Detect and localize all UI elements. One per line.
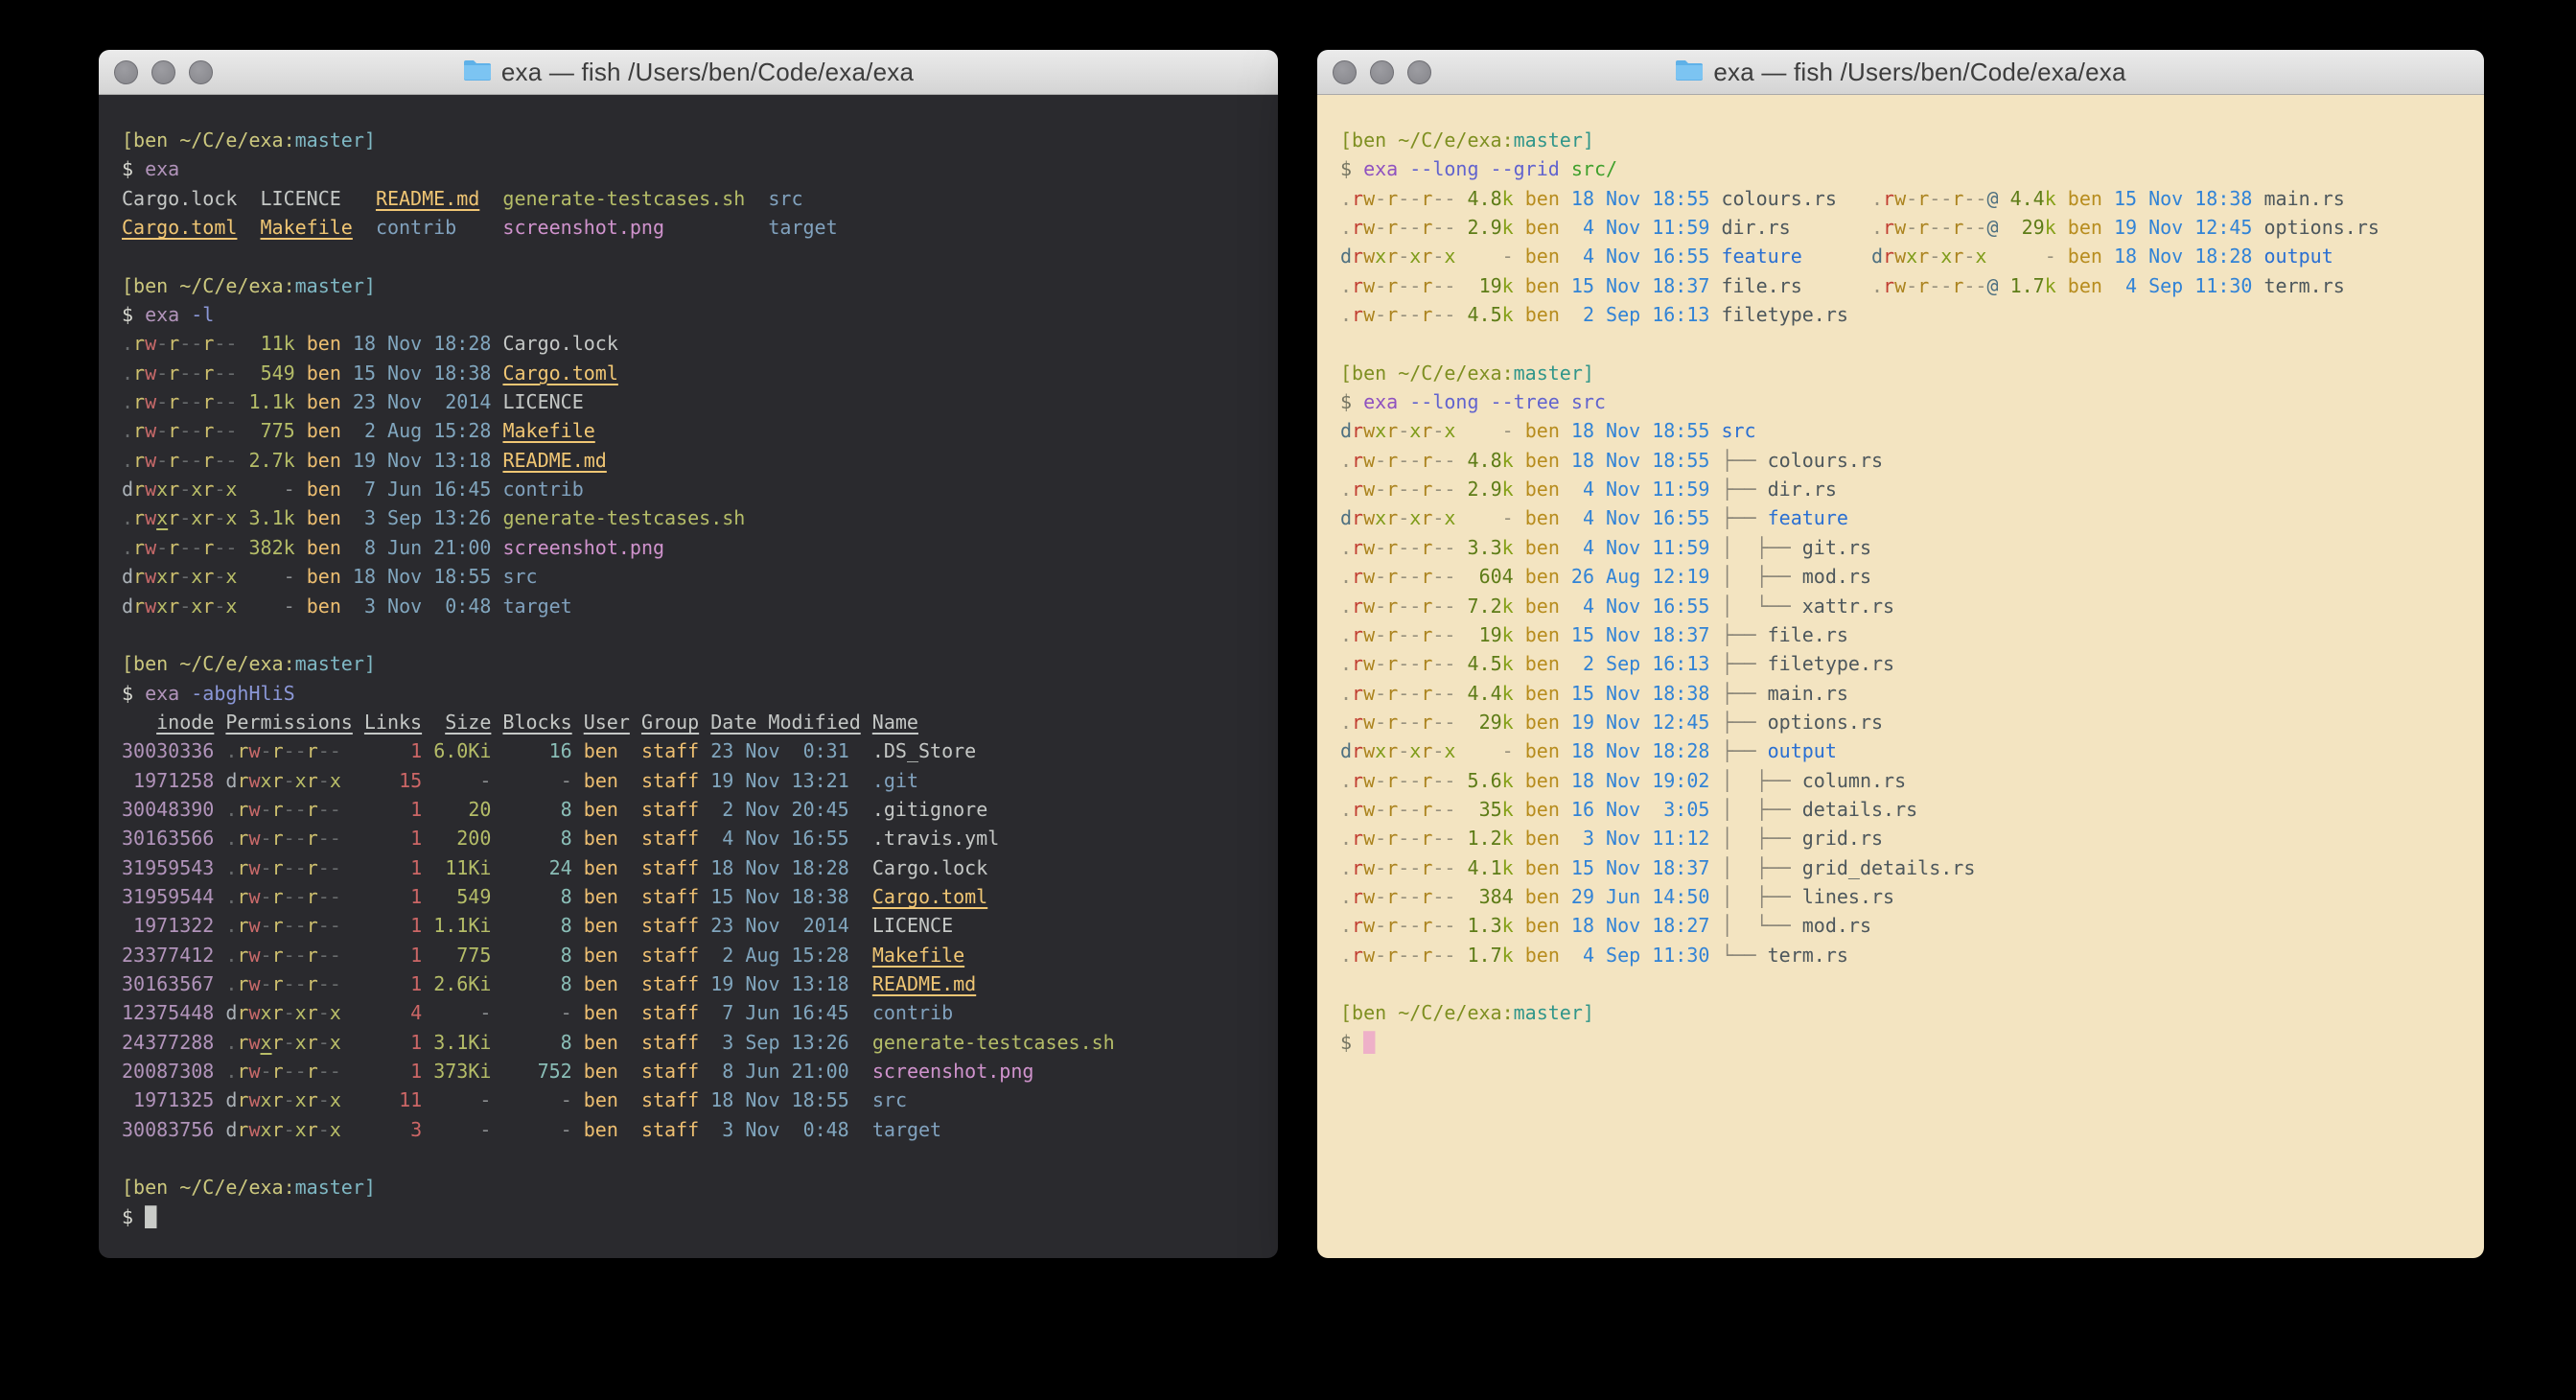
terminal-line: $ exa -abghHliS <box>122 679 1278 708</box>
terminal-line: 30048390 .rw-r--r-- 1 20 8 ben staff 2 N… <box>122 795 1278 824</box>
zoom-button-icon[interactable] <box>189 60 213 84</box>
traffic-lights <box>114 50 213 94</box>
terminal-line: Cargo.lock LICENCE README.md generate-te… <box>122 184 1278 213</box>
terminal-line: .rw-r--r-- 19k ben 15 Nov 18:37 ├── file… <box>1340 620 2484 649</box>
terminal-line: [ben ~/C/e/exa:master] <box>122 1173 1278 1202</box>
terminal-line <box>122 242 1278 270</box>
terminal-line: .rw-r--r-- 19k ben 15 Nov 18:37 file.rs … <box>1340 271 2484 300</box>
window-title: exa — fish /Users/ben/Code/exa/exa <box>501 58 914 87</box>
terminal-line: .rwxr-xr-x 3.1k ben 3 Sep 13:26 generate… <box>122 503 1278 532</box>
terminal-line: .rw-r--r-- 4.8k ben 18 Nov 18:55 ├── col… <box>1340 446 2484 475</box>
terminal-line: inode Permissions Links Size Blocks User… <box>122 708 1278 736</box>
terminal-line: drwxr-xr-x - ben 18 Nov 18:55 src <box>1340 416 2484 445</box>
terminal-line: .rw-r--r-- 382k ben 8 Jun 21:00 screensh… <box>122 533 1278 562</box>
terminal-line: .rw-r--r-- 4.5k ben 2 Sep 16:13 ├── file… <box>1340 649 2484 678</box>
terminal-line: drwxr-xr-x - ben 4 Nov 16:55 ├── feature <box>1340 503 2484 532</box>
terminal-line: 30163566 .rw-r--r-- 1 200 8 ben staff 4 … <box>122 824 1278 852</box>
titlebar[interactable]: exa — fish /Users/ben/Code/exa/exa <box>1317 50 2484 95</box>
close-button-icon[interactable] <box>1333 60 1357 84</box>
terminal-line: 1971325 drwxr-xr-x 11 - - ben staff 18 N… <box>122 1085 1278 1114</box>
terminal-line: drwxr-xr-x - ben 3 Nov 0:48 target <box>122 592 1278 620</box>
terminal-line: .rw-r--r-- 549 ben 15 Nov 18:38 Cargo.to… <box>122 359 1278 387</box>
terminal-line: .rw-r--r-- 2.9k ben 4 Nov 11:59 ├── dir.… <box>1340 475 2484 503</box>
terminal-line: [ben ~/C/e/exa:master] <box>1340 126 2484 154</box>
terminal-line: .rw-r--r-- 35k ben 16 Nov 3:05 │ ├── det… <box>1340 795 2484 824</box>
terminal-line: .rw-r--r-- 1.7k ben 4 Sep 11:30 └── term… <box>1340 941 2484 969</box>
terminal-line: .rw-r--r-- 775 ben 2 Aug 15:28 Makefile <box>122 416 1278 445</box>
terminal-screen-right[interactable]: [ben ~/C/e/exa:master]$ exa --long --gri… <box>1317 95 2484 1258</box>
terminal-window-dark: exa — fish /Users/ben/Code/exa/exa [ben … <box>99 50 1278 1258</box>
terminal-screen-left[interactable]: [ben ~/C/e/exa:master]$ exaCargo.lock LI… <box>99 95 1278 1258</box>
terminal-line: .rw-r--r-- 5.6k ben 18 Nov 19:02 │ ├── c… <box>1340 766 2484 795</box>
terminal-line: 31959543 .rw-r--r-- 1 11Ki 24 ben staff … <box>122 853 1278 882</box>
terminal-line: $ █ <box>1340 1028 2484 1057</box>
terminal-line: 30163567 .rw-r--r-- 1 2.6Ki 8 ben staff … <box>122 969 1278 998</box>
terminal-line: 30083756 drwxr-xr-x 3 - - ben staff 3 No… <box>122 1115 1278 1144</box>
terminal-line: .rw-r--r-- 1.1k ben 23 Nov 2014 LICENCE <box>122 387 1278 416</box>
terminal-line: [ben ~/C/e/exa:master] <box>122 271 1278 300</box>
terminal-line: 24377288 .rwxr-xr-x 1 3.1Ki 8 ben staff … <box>122 1028 1278 1057</box>
terminal-line: 1971322 .rw-r--r-- 1 1.1Ki 8 ben staff 2… <box>122 911 1278 940</box>
terminal-line: .rw-r--r-- 4.4k ben 15 Nov 18:38 ├── mai… <box>1340 679 2484 708</box>
folder-icon <box>1675 58 1704 86</box>
terminal-line: 12375448 drwxr-xr-x 4 - - ben staff 7 Ju… <box>122 998 1278 1027</box>
terminal-line: 30030336 .rw-r--r-- 1 6.0Ki 16 ben staff… <box>122 736 1278 765</box>
terminal-line: $ exa --long --tree src <box>1340 387 2484 416</box>
terminal-line: $ █ <box>122 1202 1278 1231</box>
terminal-line: Cargo.toml Makefile contrib screenshot.p… <box>122 213 1278 242</box>
terminal-line: .rw-r--r-- 2.7k ben 19 Nov 13:18 README.… <box>122 446 1278 475</box>
close-button-icon[interactable] <box>114 60 138 84</box>
terminal-line: [ben ~/C/e/exa:master] <box>1340 998 2484 1027</box>
terminal-line: [ben ~/C/e/exa:master] <box>1340 359 2484 387</box>
terminal-line <box>122 1144 1278 1173</box>
terminal-line: drwxr-xr-x - ben 18 Nov 18:55 src <box>122 562 1278 591</box>
folder-icon <box>463 58 492 86</box>
terminal-line: 20087308 .rw-r--r-- 1 373Ki 752 ben staf… <box>122 1057 1278 1085</box>
terminal-line: $ exa --long --grid src/ <box>1340 154 2484 183</box>
terminal-line: 23377412 .rw-r--r-- 1 775 8 ben staff 2 … <box>122 941 1278 969</box>
terminal-line: 31959544 .rw-r--r-- 1 549 8 ben staff 15… <box>122 882 1278 911</box>
terminal-line <box>122 620 1278 649</box>
zoom-button-icon[interactable] <box>1407 60 1431 84</box>
terminal-line <box>1340 969 2484 998</box>
terminal-line: .rw-r--r-- 11k ben 18 Nov 18:28 Cargo.lo… <box>122 329 1278 358</box>
terminal-line: drwxr-xr-x - ben 18 Nov 18:28 ├── output <box>1340 736 2484 765</box>
terminal-line: drwxr-xr-x - ben 7 Jun 16:45 contrib <box>122 475 1278 503</box>
terminal-line: [ben ~/C/e/exa:master] <box>122 126 1278 154</box>
terminal-line: .rw-r--r-- 384 ben 29 Jun 14:50 │ ├── li… <box>1340 882 2484 911</box>
terminal-line: .rw-r--r-- 2.9k ben 4 Nov 11:59 dir.rs .… <box>1340 213 2484 242</box>
minimize-button-icon[interactable] <box>151 60 175 84</box>
terminal-line: 1971258 drwxr-xr-x 15 - - ben staff 19 N… <box>122 766 1278 795</box>
titlebar[interactable]: exa — fish /Users/ben/Code/exa/exa <box>99 50 1278 95</box>
terminal-line: .rw-r--r-- 4.8k ben 18 Nov 18:55 colours… <box>1340 184 2484 213</box>
terminal-line: .rw-r--r-- 29k ben 19 Nov 12:45 ├── opti… <box>1340 708 2484 736</box>
minimize-button-icon[interactable] <box>1370 60 1394 84</box>
terminal-line: drwxr-xr-x - ben 4 Nov 16:55 feature drw… <box>1340 242 2484 270</box>
terminal-line: [ben ~/C/e/exa:master] <box>122 649 1278 678</box>
terminal-window-light: exa — fish /Users/ben/Code/exa/exa [ben … <box>1317 50 2484 1258</box>
terminal-line: .rw-r--r-- 1.2k ben 3 Nov 11:12 │ ├── gr… <box>1340 824 2484 852</box>
terminal-line: .rw-r--r-- 4.1k ben 15 Nov 18:37 │ ├── g… <box>1340 853 2484 882</box>
terminal-line: .rw-r--r-- 3.3k ben 4 Nov 11:59 │ ├── gi… <box>1340 533 2484 562</box>
traffic-lights <box>1333 50 1431 94</box>
terminal-line: $ exa -l <box>122 300 1278 329</box>
terminal-line: .rw-r--r-- 1.3k ben 18 Nov 18:27 │ └── m… <box>1340 911 2484 940</box>
terminal-line: .rw-r--r-- 4.5k ben 2 Sep 16:13 filetype… <box>1340 300 2484 329</box>
terminal-line <box>1340 329 2484 358</box>
window-title: exa — fish /Users/ben/Code/exa/exa <box>1713 58 2125 87</box>
desktop: { "windows": { "left": { "title": "exa —… <box>0 0 2576 1400</box>
terminal-line: .rw-r--r-- 7.2k ben 4 Nov 16:55 │ └── xa… <box>1340 592 2484 620</box>
terminal-line: .rw-r--r-- 604 ben 26 Aug 12:19 │ ├── mo… <box>1340 562 2484 591</box>
terminal-line: $ exa <box>122 154 1278 183</box>
